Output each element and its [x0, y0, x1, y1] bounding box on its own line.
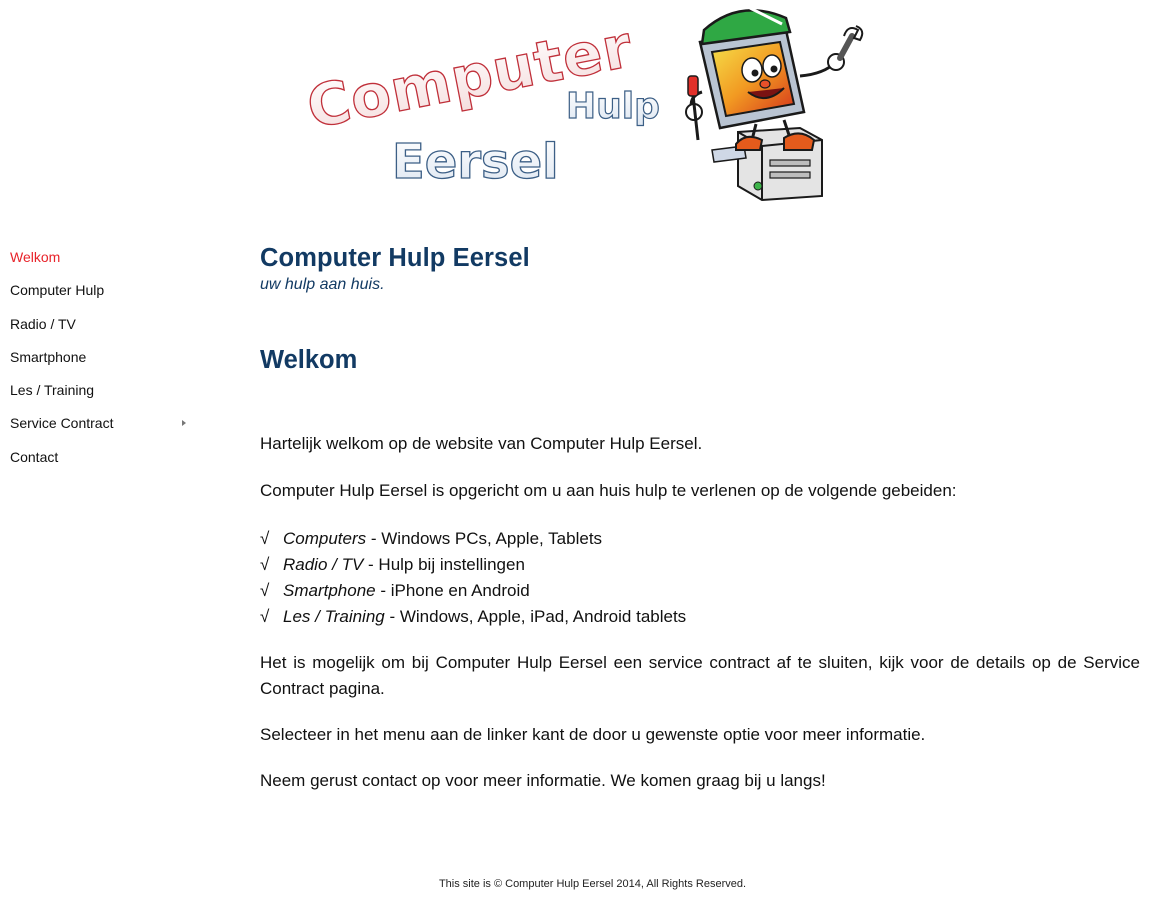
contact-paragraph: Neem gerust contact op voor meer informa… — [260, 771, 826, 790]
service-desc: - Hulp bij instellingen — [363, 555, 525, 574]
service-name: Les / Training — [283, 607, 385, 626]
page: Computer Hulp Eersel Welkom Computer Hul… — [0, 0, 1175, 916]
intro-paragraph: Hartelijk welkom op de website van Compu… — [260, 434, 703, 453]
sidebar-nav: Welkom Computer Hulp Radio / TV Smartpho… — [10, 246, 190, 479]
check-icon: √ — [260, 555, 270, 574]
computer-mascot-icon — [685, 6, 864, 202]
services-list: √ Computers - Windows PCs, Apple, Tablets… — [260, 526, 1140, 630]
logo-word-eersel: Eersel — [392, 134, 559, 190]
chevron-right-icon — [182, 420, 186, 427]
list-item: √ Computers - Windows PCs, Apple, Tablets — [260, 526, 1140, 552]
sidebar-item-label: Service Contract — [10, 415, 114, 432]
sidebar-item-service-contract[interactable]: Service Contract — [10, 412, 190, 445]
select-paragraph: Selecteer in het menu aan de linker kant… — [260, 725, 926, 744]
site-title: Computer Hulp Eersel — [260, 244, 530, 272]
service-desc: - Windows PCs, Apple, Tablets — [366, 529, 603, 548]
check-icon: √ — [260, 581, 270, 600]
list-item: √ Les / Training - Windows, Apple, iPad, … — [260, 604, 1140, 630]
sidebar-item-computer-hulp[interactable]: Computer Hulp — [10, 279, 190, 312]
sidebar-item-smartphone[interactable]: Smartphone — [10, 346, 190, 379]
service-name: Smartphone — [283, 581, 376, 600]
list-item: √ Radio / TV - Hulp bij instellingen — [260, 552, 1140, 578]
footer-copyright: This site is © Computer Hulp Eersel 2014… — [438, 878, 747, 890]
check-icon: √ — [260, 529, 270, 548]
list-item: √ Smartphone - iPhone en Android — [260, 578, 1140, 604]
logo-graphic: Computer Hulp Eersel — [301, 6, 864, 202]
service-name: Radio / TV — [283, 555, 364, 574]
site-logo[interactable]: Computer Hulp Eersel — [300, 0, 880, 205]
service-desc: - Windows, Apple, iPad, Android tablets — [384, 607, 687, 626]
sidebar-item-welkom[interactable]: Welkom — [10, 246, 190, 279]
contract-paragraph: Het is mogelijk om bij Computer Hulp Eer… — [260, 653, 1140, 698]
sidebar-item-radio-tv[interactable]: Radio / TV — [10, 313, 190, 346]
main-content: Computer Hulp Eersel uw hulp aan huis. W… — [260, 238, 1140, 794]
site-tagline: uw hulp aan huis. — [260, 276, 385, 293]
sidebar-item-contact[interactable]: Contact — [10, 446, 190, 479]
sidebar-item-les-training[interactable]: Les / Training — [10, 379, 190, 412]
service-desc: - iPhone en Android — [375, 581, 530, 600]
check-icon: √ — [260, 607, 270, 626]
purpose-paragraph: Computer Hulp Eersel is opgericht om u a… — [260, 481, 957, 500]
logo-word-hulp: Hulp — [566, 86, 660, 127]
page-title: Welkom — [260, 346, 358, 374]
service-name: Computers — [283, 529, 367, 548]
